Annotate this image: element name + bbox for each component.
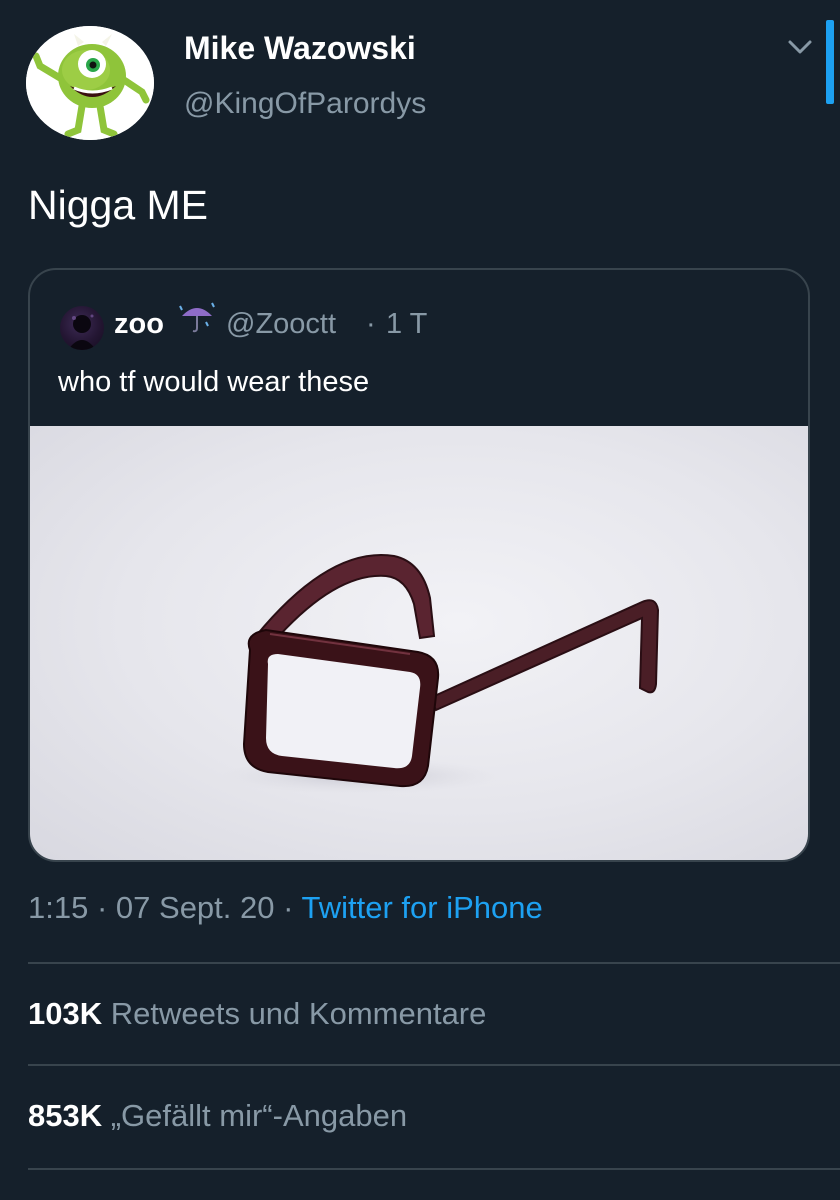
tweet-source-link[interactable]: Twitter for iPhone	[302, 890, 543, 925]
likes-count: 853K	[28, 1098, 103, 1133]
retweets-stat[interactable]: 103K Retweets und Kommentare	[28, 996, 486, 1032]
divider	[28, 1168, 840, 1170]
tweet-date[interactable]: 07 Sept. 20	[116, 890, 275, 925]
quoted-timestamp[interactable]: 1 T	[386, 308, 427, 341]
likes-stat[interactable]: 853K „Gefällt mir“-Angaben	[28, 1098, 407, 1134]
quoted-tweet-text: who tf would wear these	[58, 366, 370, 398]
likes-label: „Gefällt mir“-Angaben	[110, 1098, 408, 1133]
upside-down-glasses-image	[220, 554, 660, 794]
author-display-name[interactable]: Mike Wazowski	[184, 30, 416, 67]
quoted-author-handle[interactable]: @Zooctt	[226, 308, 336, 341]
meta-separator: ·	[283, 890, 294, 925]
quoted-separator: ·	[366, 308, 376, 340]
quoted-tweet-card[interactable]: zoo @Zooctt · 1 T who tf would wear thes…	[28, 268, 810, 862]
divider	[28, 962, 840, 964]
author-avatar[interactable]	[26, 26, 154, 140]
author-handle[interactable]: @KingOfParordys	[184, 87, 426, 121]
tweet-time[interactable]: 1:15	[28, 890, 88, 925]
umbrella-with-rain-icon	[176, 300, 218, 334]
quoted-author-name[interactable]: zoo	[114, 308, 164, 341]
tweet-text: Nigga ME	[28, 182, 209, 228]
tweet-meta: 1:15 · 07 Sept. 20 · Twitter for iPhone	[28, 890, 543, 926]
tweet-detail: Mike Wazowski @KingOfParordys Nigga ME z…	[0, 0, 840, 1200]
mike-wazowski-avatar	[26, 26, 154, 140]
quoted-tweet-image[interactable]	[30, 426, 808, 860]
quoted-author-avatar[interactable]	[60, 306, 104, 350]
retweets-label: Retweets und Kommentare	[110, 996, 487, 1031]
divider	[28, 1064, 840, 1066]
meta-separator: ·	[96, 890, 108, 925]
chevron-down-icon[interactable]	[784, 34, 816, 62]
scroll-indicator	[826, 20, 834, 104]
retweets-count: 103K	[28, 996, 103, 1031]
